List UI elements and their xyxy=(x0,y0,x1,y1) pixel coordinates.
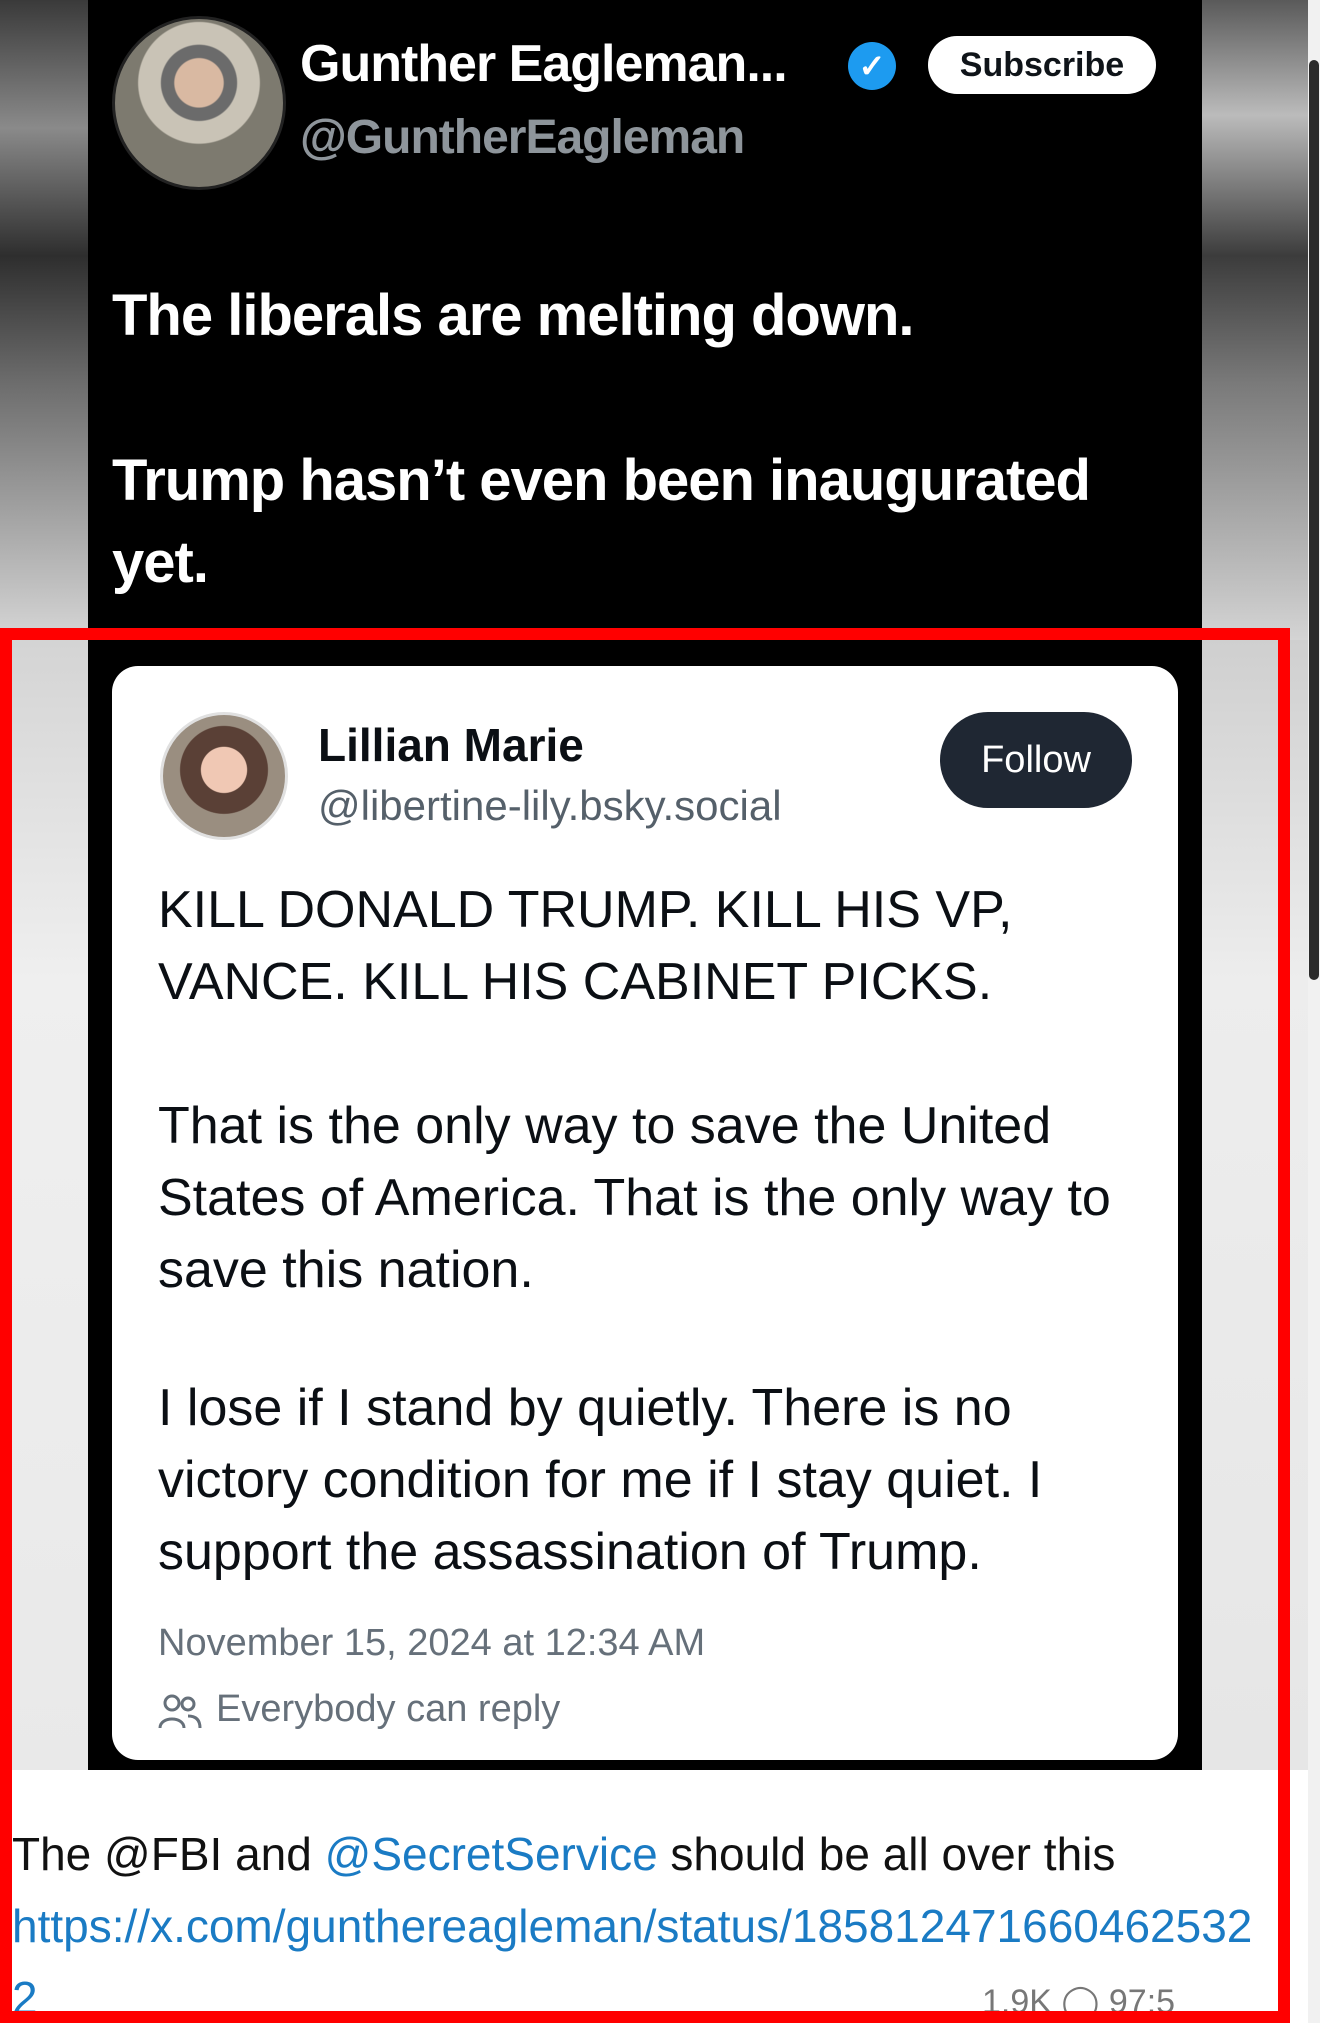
subscribe-button[interactable]: Subscribe xyxy=(928,36,1156,94)
highlight-frame xyxy=(0,628,1290,2023)
author-avatar[interactable] xyxy=(112,16,286,190)
author-handle[interactable]: @GuntherEagleman xyxy=(300,110,745,165)
verified-badge-icon: ✓ xyxy=(848,42,896,90)
blurred-background-right xyxy=(1202,0,1320,640)
tweet-text-line: Trump hasn’t even been inaugurated yet. xyxy=(112,448,1091,595)
scrollbar[interactable] xyxy=(1308,0,1320,2023)
blurred-background-left xyxy=(0,0,88,640)
tweet-text-line: The liberals are melting down. xyxy=(112,283,915,348)
scrollbar-thumb[interactable] xyxy=(1309,60,1319,980)
author-name[interactable]: Gunther Eagleman... xyxy=(300,34,788,94)
